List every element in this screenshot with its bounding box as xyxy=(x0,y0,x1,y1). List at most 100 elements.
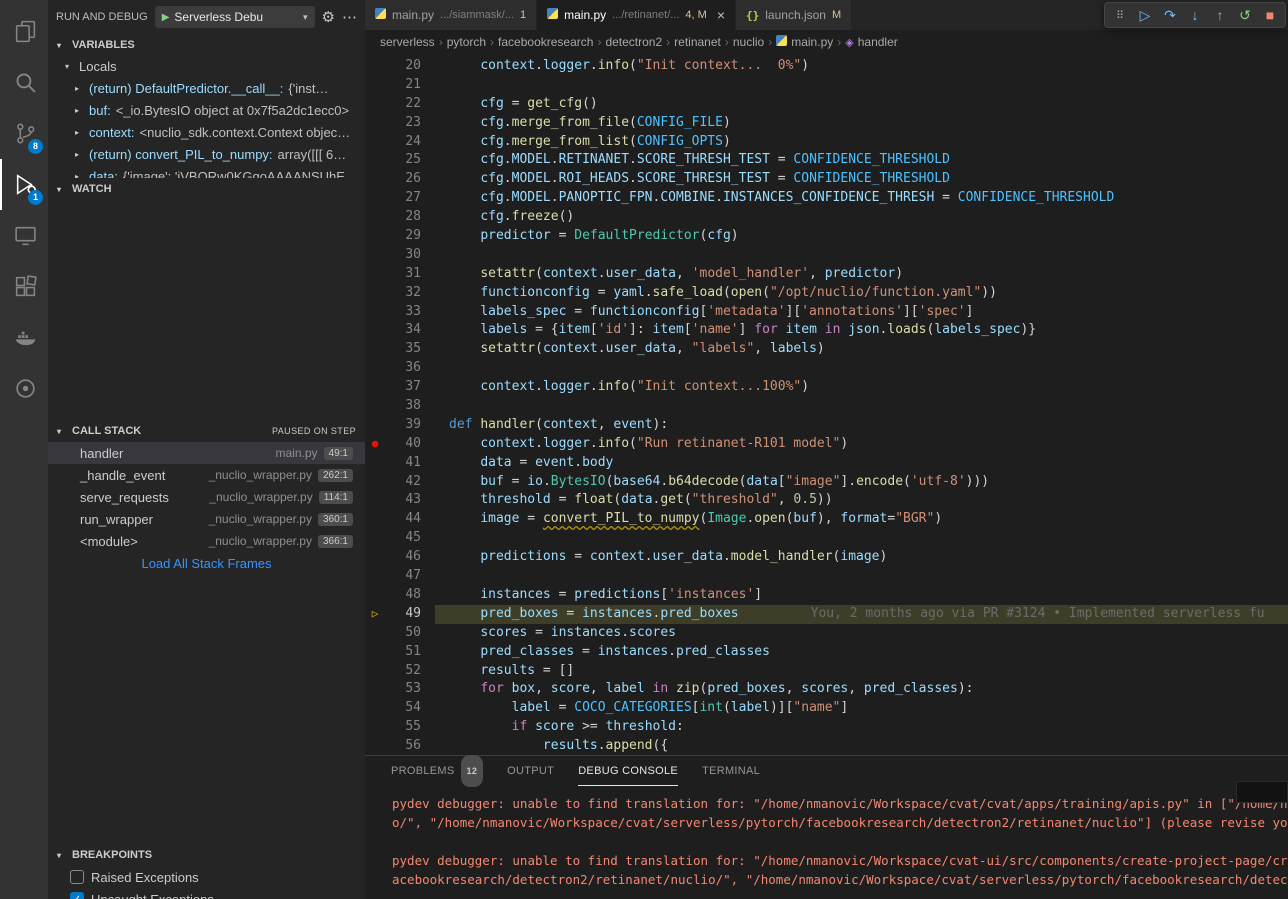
code-line-52[interactable]: 52 results = [] xyxy=(365,662,1288,681)
code-line-20[interactable]: 20 context.logger.info("Init context... … xyxy=(365,57,1288,76)
step-over-icon[interactable]: ↷ xyxy=(1158,7,1182,24)
gutter[interactable]: 39 xyxy=(365,416,435,435)
breakpoint-gutter[interactable] xyxy=(365,548,385,567)
breakpoint-gutter[interactable] xyxy=(365,170,385,189)
watch-section-header[interactable]: ▾ WATCH xyxy=(48,178,365,200)
variable-row[interactable]: ▸data:{'image': 'iVBORw0KGgoAAAANSUhE… xyxy=(48,166,365,178)
breakpoint-gutter[interactable] xyxy=(365,624,385,643)
gutter[interactable]: 44 xyxy=(365,510,435,529)
activity-item-remote-explorer[interactable] xyxy=(0,210,48,261)
breakpoint-gutter[interactable] xyxy=(365,680,385,699)
code-line-24[interactable]: 24 cfg.merge_from_list(CONFIG_OPTS) xyxy=(365,133,1288,152)
breadcrumb-item-detectron2[interactable]: detectron2 xyxy=(605,35,662,49)
gutter[interactable]: 43 xyxy=(365,491,435,510)
gutter[interactable]: 25 xyxy=(365,151,435,170)
stack-frame-row[interactable]: run_wrapper_nuclio_wrapper.py360:1 xyxy=(48,508,365,530)
breakpoint-gutter[interactable] xyxy=(365,454,385,473)
gutter[interactable]: ●40 xyxy=(365,435,435,454)
breakpoint-gutter[interactable] xyxy=(365,416,385,435)
code-line-47[interactable]: 47 xyxy=(365,567,1288,586)
breakpoint-gutter[interactable] xyxy=(365,718,385,737)
breakpoint-gutter[interactable] xyxy=(365,151,385,170)
code-line-45[interactable]: 45 xyxy=(365,529,1288,548)
continue-icon[interactable]: ▷ xyxy=(1133,7,1157,24)
code-line-38[interactable]: 38 xyxy=(365,397,1288,416)
gutter[interactable]: 24 xyxy=(365,133,435,152)
tab-main.py[interactable]: main.py.../retinanet/...4, M× xyxy=(537,0,736,30)
breakpoint-gutter[interactable] xyxy=(365,133,385,152)
gutter[interactable]: 28 xyxy=(365,208,435,227)
close-icon[interactable]: × xyxy=(717,8,725,22)
breakpoint-gutter[interactable] xyxy=(365,510,385,529)
checkbox[interactable]: ✓ xyxy=(70,892,84,899)
code-editor[interactable]: 20 context.logger.info("Init context... … xyxy=(365,54,1288,755)
breakpoint-gutter[interactable] xyxy=(365,567,385,586)
breakpoint-gutter[interactable] xyxy=(365,643,385,662)
variable-row[interactable]: ▸buf:<_io.BytesIO object at 0x7f5a2dc1ec… xyxy=(48,100,365,122)
chevron-collapsed-icon[interactable]: ▸ xyxy=(75,100,89,122)
code-line-30[interactable]: 30 xyxy=(365,246,1288,265)
stack-frame-row[interactable]: _handle_event_nuclio_wrapper.py262:1 xyxy=(48,464,365,486)
code-line-33[interactable]: 33 labels_spec = functionconfig['metadat… xyxy=(365,303,1288,322)
code-line-41[interactable]: 41 data = event.body xyxy=(365,454,1288,473)
console-filter-box[interactable] xyxy=(1236,781,1288,803)
start-debug-icon[interactable]: ▶ xyxy=(162,12,170,23)
breakpoint-gutter[interactable] xyxy=(365,246,385,265)
gutter[interactable]: 36 xyxy=(365,359,435,378)
breakpoint-gutter[interactable] xyxy=(365,340,385,359)
breakpoint-gutter[interactable] xyxy=(365,114,385,133)
code-line-43[interactable]: 43 threshold = float(data.get("threshold… xyxy=(365,491,1288,510)
breakpoint-gutter[interactable] xyxy=(365,529,385,548)
breadcrumb-item-handler[interactable]: ◈handler xyxy=(845,35,898,49)
gutter[interactable]: 41 xyxy=(365,454,435,473)
breakpoint-gutter[interactable] xyxy=(365,321,385,340)
gutter[interactable]: 33 xyxy=(365,303,435,322)
gutter[interactable]: 45 xyxy=(365,529,435,548)
gutter[interactable]: 52 xyxy=(365,662,435,681)
scope-locals[interactable]: ▾ Locals xyxy=(48,56,365,78)
breakpoint-gutter[interactable] xyxy=(365,662,385,681)
gutter[interactable]: 50 xyxy=(365,624,435,643)
stop-icon[interactable]: ■ xyxy=(1258,7,1282,23)
gutter[interactable]: 27 xyxy=(365,189,435,208)
code-line-54[interactable]: 54 label = COCO_CATEGORIES[int(label)]["… xyxy=(365,699,1288,718)
code-line-39[interactable]: 39def handler(context, event): xyxy=(365,416,1288,435)
drag-handle-icon[interactable]: ⠿ xyxy=(1108,9,1132,22)
code-line-56[interactable]: 56 results.append({ xyxy=(365,737,1288,755)
variable-row[interactable]: ▸(return) convert_PIL_to_numpy:array([[[… xyxy=(48,144,365,166)
stack-frame-row[interactable]: handlermain.py49:1 xyxy=(48,442,365,464)
breakpoint-gutter[interactable] xyxy=(365,227,385,246)
gear-icon[interactable]: ⚙ xyxy=(322,8,335,26)
breakpoint-gutter[interactable] xyxy=(365,699,385,718)
breakpoint-gutter[interactable] xyxy=(365,95,385,114)
gutter[interactable]: 53 xyxy=(365,680,435,699)
code-line-32[interactable]: 32 functionconfig = yaml.safe_load(open(… xyxy=(365,284,1288,303)
step-into-icon[interactable]: ↓ xyxy=(1183,7,1207,23)
panel-tab-debug-console[interactable]: DEBUG CONSOLE xyxy=(578,756,678,786)
gutter[interactable]: 23 xyxy=(365,114,435,133)
code-line-48[interactable]: 48 instances = predictions['instances'] xyxy=(365,586,1288,605)
gutter[interactable]: 29 xyxy=(365,227,435,246)
breakpoint-gutter[interactable] xyxy=(365,737,385,755)
gutter[interactable]: 32 xyxy=(365,284,435,303)
code-line-46[interactable]: 46 predictions = context.user_data.model… xyxy=(365,548,1288,567)
breadcrumb-item-pytorch[interactable]: pytorch xyxy=(447,35,486,49)
code-line-29[interactable]: 29 predictor = DefaultPredictor(cfg) xyxy=(365,227,1288,246)
launch-config-dropdown[interactable]: ▶ Serverless Debu ▾ xyxy=(155,6,315,28)
code-line-42[interactable]: 42 buf = io.BytesIO(base64.b64decode(dat… xyxy=(365,473,1288,492)
code-line-25[interactable]: 25 cfg.MODEL.RETINANET.SCORE_THRESH_TEST… xyxy=(365,151,1288,170)
breakpoint-gutter[interactable] xyxy=(365,397,385,416)
breakpoint-row[interactable]: ✓Uncaught Exceptions xyxy=(48,888,365,899)
breakpoint-gutter[interactable] xyxy=(365,378,385,397)
gutter[interactable]: 34 xyxy=(365,321,435,340)
breadcrumb-item-facebookresearch[interactable]: facebookresearch xyxy=(498,35,593,49)
gutter[interactable]: 42 xyxy=(365,473,435,492)
breadcrumb-item-main.py[interactable]: main.py xyxy=(776,35,833,49)
gutter[interactable]: 54 xyxy=(365,699,435,718)
breakpoint-gutter[interactable] xyxy=(365,265,385,284)
gutter[interactable]: 35 xyxy=(365,340,435,359)
variables-section-header[interactable]: ▾ VARIABLES xyxy=(48,34,365,56)
gutter[interactable]: 55 xyxy=(365,718,435,737)
code-line-28[interactable]: 28 cfg.freeze() xyxy=(365,208,1288,227)
stack-frame-row[interactable]: serve_requests_nuclio_wrapper.py114:1 xyxy=(48,486,365,508)
